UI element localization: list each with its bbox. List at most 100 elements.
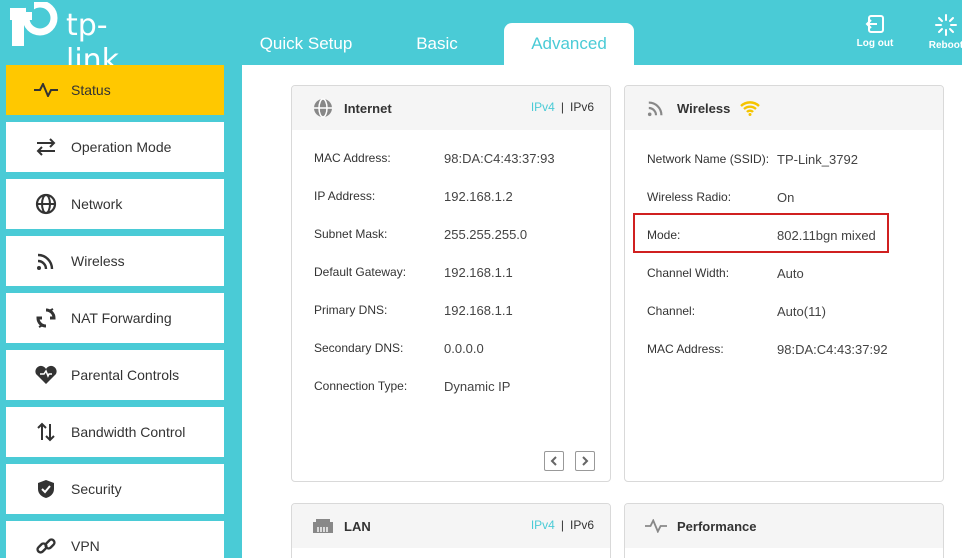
internet-row: Connection Type: Dynamic IP xyxy=(314,379,510,394)
sidebar-item-bandwidth-control[interactable]: Bandwidth Control xyxy=(6,407,224,457)
sidebar-item-security[interactable]: Security xyxy=(6,464,224,514)
internet-title: Internet xyxy=(344,100,392,116)
top-header: tp-link Quick Setup Basic Advanced Log o… xyxy=(0,0,962,78)
wireless-card-header: Wireless xyxy=(625,86,943,130)
wifi-status-icon xyxy=(740,100,761,116)
wireless-row: Channel Width: Auto xyxy=(647,266,804,281)
sidebar-item-wireless[interactable]: Wireless xyxy=(6,236,224,286)
wireless-card: Wireless Network Name (SSID): TP-Link_379… xyxy=(624,85,944,482)
sidebar-item-label: Parental Controls xyxy=(71,367,180,383)
sidebar-item-label: Status xyxy=(71,82,111,98)
field-label: Primary DNS: xyxy=(314,303,388,317)
heart-icon xyxy=(33,362,59,388)
lan-port-icon xyxy=(312,515,334,537)
tab-advanced[interactable]: Advanced xyxy=(504,23,634,65)
next-page-button[interactable] xyxy=(575,451,595,471)
ip-version-separator: | xyxy=(560,518,564,532)
sidebar-item-operation-mode[interactable]: Operation Mode xyxy=(6,122,224,172)
field-value: On xyxy=(777,190,795,205)
pulse-icon xyxy=(645,515,667,537)
swap-icon xyxy=(33,134,59,160)
ipv6-link[interactable]: IPv6 xyxy=(570,100,594,114)
field-value: Dynamic IP xyxy=(444,379,511,394)
tp-link-logo-mark xyxy=(10,0,58,46)
internet-row: MAC Address: 98:DA:C4:43:37:93 xyxy=(314,151,555,166)
sidebar: Status Operation Mode Network Wireless N… xyxy=(0,65,240,558)
sidebar-item-parental-controls[interactable]: Parental Controls xyxy=(6,350,224,400)
field-label: Channel: xyxy=(647,304,696,318)
tab-basic[interactable]: Basic xyxy=(392,23,482,65)
performance-card: Performance xyxy=(624,503,944,558)
sidebar-item-label: Wireless xyxy=(71,253,125,269)
wifi-signal-icon xyxy=(33,248,59,274)
field-value: 192.168.1.2 xyxy=(444,189,513,204)
chevron-left-icon xyxy=(550,456,557,466)
ipv4-link[interactable]: IPv4 xyxy=(531,100,555,114)
sidebar-item-vpn[interactable]: VPN xyxy=(6,521,224,558)
field-value: Auto(11) xyxy=(777,304,826,319)
internet-row: Secondary DNS: 0.0.0.0 xyxy=(314,341,484,356)
logout-label: Log out xyxy=(856,38,894,49)
ip-version-switch: IPv4 | IPv6 xyxy=(531,100,594,114)
logout-button[interactable]: Log out xyxy=(849,14,901,49)
field-label: Default Gateway: xyxy=(314,265,407,279)
performance-card-header: Performance xyxy=(625,504,943,548)
mode-highlight-box xyxy=(633,213,889,253)
sidebar-item-label: NAT Forwarding xyxy=(71,310,172,326)
lan-card: LAN IPv4 | IPv6 xyxy=(291,503,611,558)
internet-row: Primary DNS: 192.168.1.1 xyxy=(314,303,513,318)
internet-row: IP Address: 192.168.1.2 xyxy=(314,189,513,204)
tab-quick-setup[interactable]: Quick Setup xyxy=(240,23,372,65)
field-label: Connection Type: xyxy=(314,379,408,393)
tp-link-logo: tp-link xyxy=(6,0,146,78)
field-label: Subnet Mask: xyxy=(314,227,388,241)
wireless-row: Wireless Radio: On xyxy=(647,190,794,205)
field-value: Auto xyxy=(777,266,804,281)
reboot-button[interactable]: Reboot xyxy=(916,14,962,51)
field-value: 255.255.255.0 xyxy=(444,227,528,242)
ip-version-switch: IPv4 | IPv6 xyxy=(531,518,594,532)
wireless-row: Network Name (SSID): TP-Link_3792 xyxy=(647,152,858,167)
sidebar-item-label: Operation Mode xyxy=(71,139,172,155)
link-icon xyxy=(33,533,59,558)
reboot-label: Reboot xyxy=(928,40,962,51)
field-value: TP-Link_3792 xyxy=(777,152,858,167)
prev-page-button[interactable] xyxy=(544,451,564,471)
wifi-signal-icon xyxy=(645,97,667,119)
field-label: Secondary DNS: xyxy=(314,341,404,355)
globe-icon xyxy=(312,97,334,119)
internet-card: Internet IPv4 | IPv6 MAC Address: 98:DA:C4:… xyxy=(291,85,611,482)
field-label: Wireless Radio: xyxy=(647,190,732,204)
arrows-updown-icon xyxy=(33,419,59,445)
shield-icon xyxy=(33,476,59,502)
sidebar-item-label: Network xyxy=(71,196,123,212)
wireless-row: MAC Address: 98:DA:C4:43:37:92 xyxy=(647,342,888,357)
chevron-right-icon xyxy=(582,456,589,466)
sidebar-item-status[interactable]: Status xyxy=(6,65,224,115)
sidebar-item-label: Bandwidth Control xyxy=(71,424,186,440)
sidebar-item-label: VPN xyxy=(71,538,100,554)
sidebar-item-nat-forwarding[interactable]: NAT Forwarding xyxy=(6,293,224,343)
nat-icon xyxy=(33,305,59,331)
internet-card-header: Internet IPv4 | IPv6 xyxy=(292,86,610,130)
globe-icon xyxy=(33,191,59,217)
logout-icon xyxy=(865,15,884,33)
sidebar-item-network[interactable]: Network xyxy=(6,179,224,229)
reboot-icon xyxy=(935,14,957,36)
field-value: 0.0.0.0 xyxy=(444,341,484,356)
field-label: Channel Width: xyxy=(647,266,730,280)
field-value: 98:DA:C4:43:37:92 xyxy=(777,342,888,357)
internet-row: Default Gateway: 192.168.1.1 xyxy=(314,265,513,280)
ip-version-separator: | xyxy=(560,100,564,114)
field-value: 98:DA:C4:43:37:93 xyxy=(444,151,555,166)
field-value: 192.168.1.1 xyxy=(444,303,513,318)
field-label: MAC Address: xyxy=(647,342,724,356)
ipv4-link[interactable]: IPv4 xyxy=(531,518,555,532)
field-value: 192.168.1.1 xyxy=(444,265,513,280)
performance-title: Performance xyxy=(677,518,757,534)
wireless-row: Channel: Auto(11) xyxy=(647,304,826,319)
lan-title: LAN xyxy=(344,518,371,534)
wireless-title: Wireless xyxy=(677,100,731,116)
ipv6-link[interactable]: IPv6 xyxy=(570,518,594,532)
lan-card-header: LAN IPv4 | IPv6 xyxy=(292,504,610,548)
